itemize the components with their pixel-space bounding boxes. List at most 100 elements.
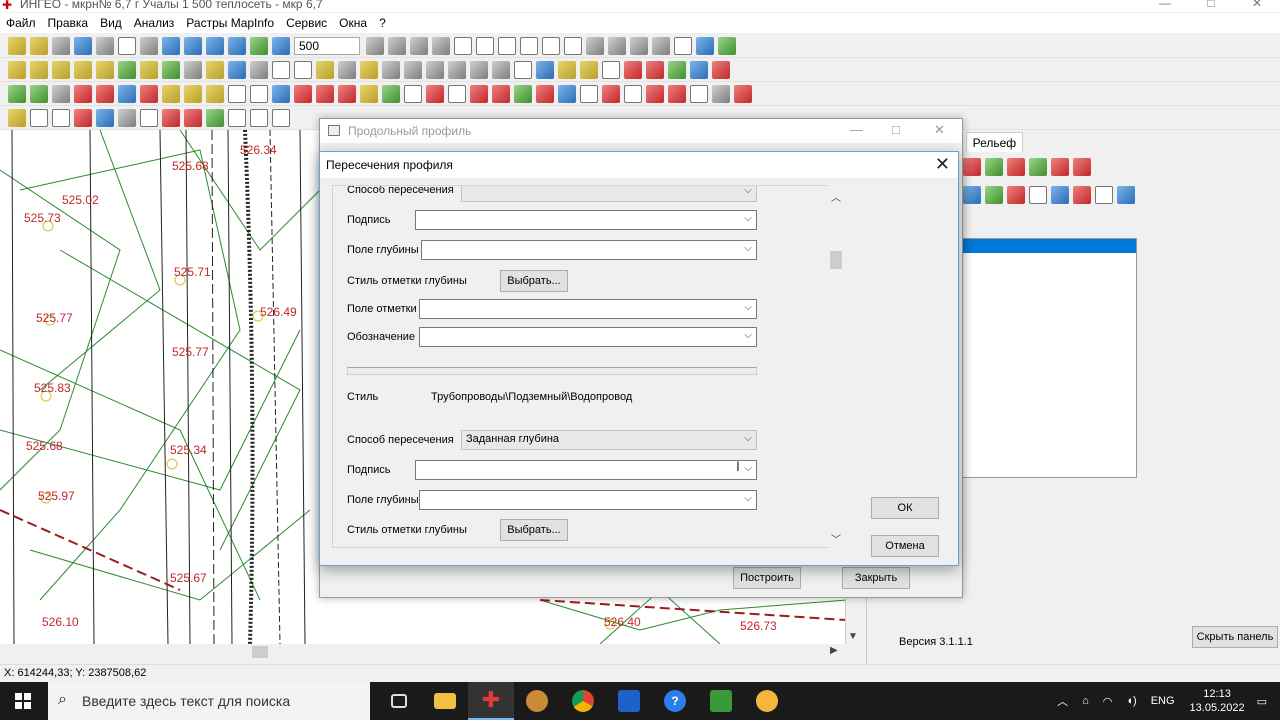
select-area-icon[interactable] bbox=[542, 37, 560, 55]
relief-cut-icon[interactable] bbox=[1007, 186, 1025, 204]
text-icon[interactable] bbox=[316, 85, 334, 103]
edit-move-icon[interactable] bbox=[96, 61, 114, 79]
scroll-down-icon[interactable]: ﹀ bbox=[828, 531, 844, 546]
maximize-icon[interactable]: □ bbox=[1188, 0, 1234, 10]
abs-icon[interactable] bbox=[690, 85, 708, 103]
measure-icon[interactable] bbox=[646, 85, 664, 103]
caption-select[interactable]: ⌵ bbox=[415, 460, 757, 480]
dxf-icon[interactable] bbox=[228, 109, 246, 127]
edit-copy-icon[interactable] bbox=[140, 61, 158, 79]
tool-gray-icon[interactable] bbox=[432, 37, 450, 55]
select-node-icon[interactable] bbox=[498, 37, 516, 55]
attributes-icon[interactable] bbox=[228, 61, 246, 79]
ruler-icon[interactable] bbox=[162, 85, 180, 103]
red-diamond-icon[interactable] bbox=[162, 109, 180, 127]
edit-split-icon[interactable] bbox=[162, 61, 180, 79]
file-explorer-icon[interactable] bbox=[422, 682, 468, 720]
tag-icon[interactable] bbox=[360, 85, 378, 103]
menu-file[interactable]: Файл bbox=[6, 16, 36, 30]
relief-iso-icon[interactable] bbox=[1029, 158, 1047, 176]
zoom-area-icon[interactable] bbox=[162, 37, 180, 55]
tool-gray-icon[interactable] bbox=[470, 61, 488, 79]
zoom-icon[interactable] bbox=[74, 37, 92, 55]
depth-field-select[interactable]: ⌵ bbox=[419, 490, 757, 510]
star-icon[interactable] bbox=[514, 85, 532, 103]
grid-select-icon[interactable] bbox=[608, 37, 626, 55]
frame-icon[interactable] bbox=[674, 37, 692, 55]
chevron-up-icon[interactable]: ︿ bbox=[1057, 693, 1068, 709]
help-pointer-icon[interactable] bbox=[294, 61, 312, 79]
link-icon[interactable] bbox=[96, 109, 114, 127]
xy-icon[interactable] bbox=[250, 85, 268, 103]
tool-yellow-icon[interactable] bbox=[316, 61, 334, 79]
dollar-icon[interactable] bbox=[184, 109, 202, 127]
snap-grid-icon[interactable] bbox=[52, 85, 70, 103]
polyline-icon[interactable] bbox=[558, 85, 576, 103]
symbol-icon[interactable] bbox=[404, 85, 422, 103]
menu-edit[interactable]: Правка bbox=[48, 16, 89, 30]
close-icon[interactable]: ✕ bbox=[1234, 0, 1280, 10]
menu-windows[interactable]: Окна bbox=[339, 16, 367, 30]
close-button[interactable]: Закрыть bbox=[842, 567, 910, 589]
wifi-icon[interactable]: ◠ bbox=[1103, 695, 1113, 708]
table-icon[interactable] bbox=[696, 37, 714, 55]
language-indicator[interactable]: ENG bbox=[1151, 695, 1175, 707]
weather-icon[interactable] bbox=[744, 682, 790, 720]
snap-node-icon[interactable] bbox=[30, 85, 48, 103]
kat-icon[interactable] bbox=[96, 85, 114, 103]
pencil-icon[interactable] bbox=[184, 85, 202, 103]
maximize-icon[interactable]: □ bbox=[892, 122, 900, 137]
area-icon[interactable] bbox=[206, 85, 224, 103]
depth-field-select[interactable]: ⌵ bbox=[421, 240, 757, 260]
edit-node-icon[interactable] bbox=[74, 61, 92, 79]
select-polygon-icon[interactable] bbox=[564, 37, 582, 55]
ingeo-icon[interactable]: ✚ bbox=[468, 682, 514, 720]
choose-style-button[interactable]: Выбрать... bbox=[500, 519, 568, 541]
xyz-icon[interactable] bbox=[228, 85, 246, 103]
chrome-icon[interactable] bbox=[560, 682, 606, 720]
menu-mapinfo-rasters[interactable]: Растры MapInfo bbox=[186, 16, 274, 30]
grid-tool-icon[interactable] bbox=[652, 37, 670, 55]
tool-gray-icon[interactable] bbox=[448, 61, 466, 79]
relief-cross-icon[interactable] bbox=[985, 186, 1003, 204]
tool-gray-icon[interactable] bbox=[492, 61, 510, 79]
line-icon[interactable] bbox=[338, 85, 356, 103]
undo-icon[interactable] bbox=[272, 61, 290, 79]
paste-special-icon[interactable] bbox=[580, 61, 598, 79]
caption-select[interactable]: ⌵ bbox=[415, 210, 757, 230]
intersection-method-select[interactable]: ⌵ bbox=[461, 186, 757, 202]
layer-add-icon[interactable] bbox=[8, 61, 26, 79]
help-icon[interactable]: ? bbox=[652, 682, 698, 720]
tab-relief[interactable]: Рельеф bbox=[965, 132, 1024, 152]
diamond-icon[interactable] bbox=[492, 85, 510, 103]
spreadsheet-icon[interactable] bbox=[698, 682, 744, 720]
cross-icon[interactable] bbox=[294, 85, 312, 103]
layer-style-icon[interactable] bbox=[30, 61, 48, 79]
draw-curve-icon[interactable] bbox=[712, 61, 730, 79]
list-item-selected[interactable] bbox=[962, 239, 1136, 253]
draw-pen-icon[interactable] bbox=[690, 61, 708, 79]
report-icon[interactable] bbox=[712, 85, 730, 103]
color-icon[interactable] bbox=[646, 61, 664, 79]
marker-icon[interactable] bbox=[624, 85, 642, 103]
bezier-icon[interactable] bbox=[580, 85, 598, 103]
copy-page-icon[interactable] bbox=[140, 109, 158, 127]
tool-yellow-icon[interactable] bbox=[360, 61, 378, 79]
cut-icon[interactable] bbox=[536, 61, 554, 79]
search-icon[interactable] bbox=[272, 85, 290, 103]
relief-marker-icon[interactable] bbox=[1051, 158, 1069, 176]
minimize-icon[interactable]: — bbox=[1142, 0, 1188, 10]
dots-icon[interactable] bbox=[382, 85, 400, 103]
network-icon[interactable]: ⌂ bbox=[1082, 695, 1089, 707]
notifications-icon[interactable]: ▭ bbox=[1257, 695, 1267, 708]
circle-icon[interactable] bbox=[536, 85, 554, 103]
taskbar-search[interactable]: ⌕ Введите здесь текст для поиска bbox=[48, 682, 370, 720]
dimension-icon[interactable] bbox=[668, 85, 686, 103]
copy-view-icon[interactable] bbox=[272, 37, 290, 55]
relief-number-icon[interactable] bbox=[1095, 186, 1113, 204]
paste-icon[interactable] bbox=[558, 61, 576, 79]
scroll-up-icon[interactable]: ︿ bbox=[828, 189, 844, 204]
relief-grid-icon[interactable] bbox=[1007, 158, 1025, 176]
relief-v-icon[interactable] bbox=[1029, 186, 1047, 204]
globe-icon[interactable] bbox=[718, 37, 736, 55]
